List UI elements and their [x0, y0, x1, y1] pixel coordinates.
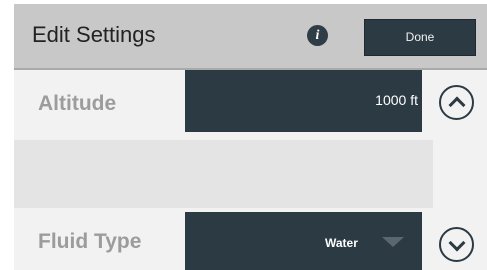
dropdown-caret-icon — [382, 237, 404, 247]
info-icon[interactable]: i — [307, 25, 328, 46]
page-title: Edit Settings — [32, 22, 156, 47]
altitude-value: 1000 ft — [375, 92, 418, 108]
altitude-label: Altitude — [38, 92, 117, 115]
fluid-type-label: Fluid Type — [38, 230, 142, 253]
altitude-field[interactable]: 1000 ft — [185, 70, 422, 132]
scroll-down-button[interactable] — [439, 227, 474, 262]
row-divider — [14, 140, 433, 208]
fluid-type-value: Water — [325, 236, 358, 250]
done-button[interactable]: Done — [364, 19, 476, 56]
chevron-down-icon — [448, 234, 465, 251]
scroll-up-button[interactable] — [439, 85, 474, 120]
chevron-up-icon — [448, 96, 465, 113]
header-bar: Edit Settings i Done — [14, 4, 487, 70]
fluid-type-select[interactable]: Water — [185, 212, 422, 270]
